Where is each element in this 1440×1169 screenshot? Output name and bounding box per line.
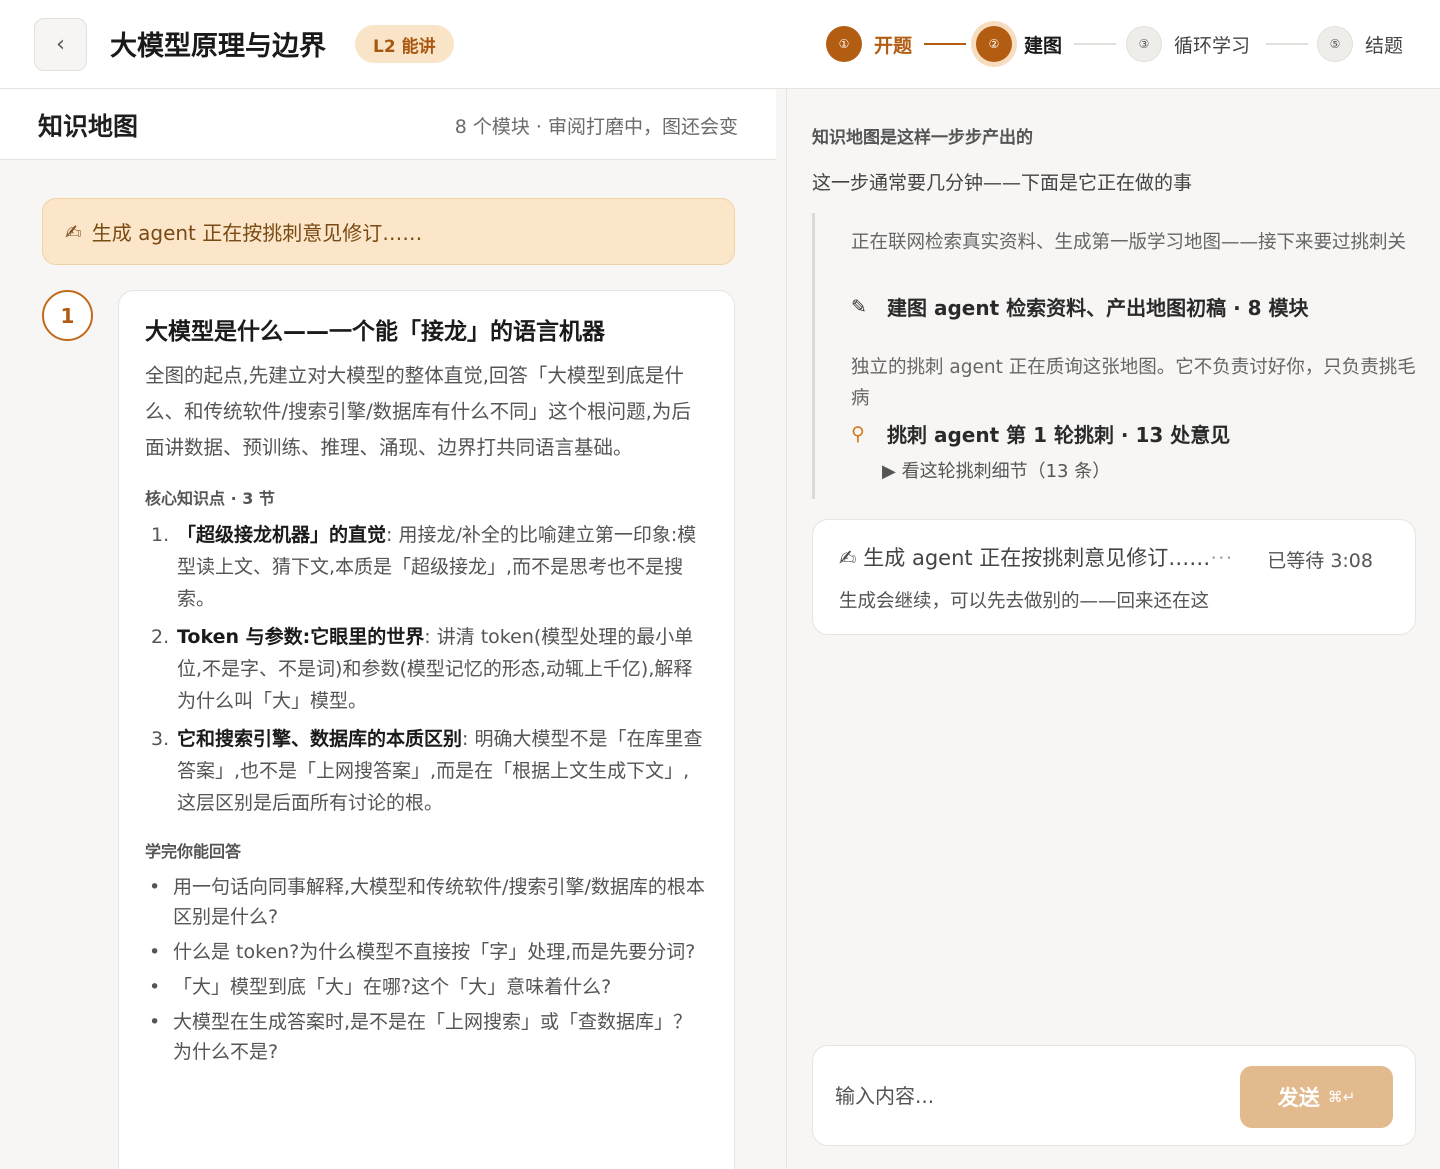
timeline-action-draft: ✎ 建图 agent 检索资料、产出地图初稿 · 8 模块: [851, 292, 1309, 321]
writing-hand-icon: ✍: [839, 546, 857, 570]
step-jieti[interactable]: ⑤ 结题: [1317, 22, 1403, 66]
waiting-note: 生成会继续，可以先去做别的——回来还在这: [839, 591, 1210, 612]
knowledge-map-panel: 知识地图 8 个模块 · 审阅打磨中，图还会变 ✍ 生成 agent 正在按挑刺…: [0, 89, 776, 1169]
step-jiantu[interactable]: ② 建图: [976, 22, 1062, 66]
step-number-icon: ①: [826, 26, 862, 62]
knowledge-point-heading: Token 与参数:它眼里的世界: [177, 626, 425, 648]
back-button[interactable]: ‹: [34, 18, 87, 71]
step-connector: [1074, 43, 1116, 45]
module-number: 1: [42, 290, 93, 341]
panel-meta: 8 个模块 · 审阅打磨中，图还会变: [454, 116, 738, 138]
question-item: 「大」模型到底「大」在哪?这个「大」意味着什么?: [145, 972, 708, 1002]
step-number-icon: ③: [1126, 26, 1162, 62]
step-label: 建图: [1024, 34, 1063, 57]
step-kaiti[interactable]: ① 开题: [826, 22, 912, 66]
timeline-text: 独立的挑刺 agent 正在质询这张地图。它不负责讨好你，只负责挑毛病: [851, 357, 1416, 409]
page-title: 大模型原理与边界: [110, 31, 326, 62]
message-composer: 发送 ⌘↵: [812, 1045, 1416, 1146]
knowledge-point-heading: 「超级接龙机器」的直觉: [177, 524, 387, 546]
top-header: ‹ 大模型原理与边界 L2 能讲 ① 开题 ② 建图 ③ 循环学习 ⑤ 结题: [0, 0, 1440, 89]
step-xunhuan[interactable]: ③ 循环学习: [1126, 22, 1250, 66]
questions-label: 学完你能回答: [145, 842, 242, 861]
send-label: 发送: [1277, 1086, 1320, 1110]
knowledge-points-label: 核心知识点 · 3 节: [145, 489, 275, 508]
writing-hand-icon: ✍: [65, 219, 82, 244]
status-text: 生成 agent 正在按挑刺意见修订……: [91, 221, 423, 245]
timeline-action-label: 建图 agent 检索资料、产出地图初稿 · 8 模块: [887, 296, 1309, 320]
module-title: 大模型是什么——一个能「接龙」的语言机器: [145, 319, 605, 345]
status-banner: ✍ 生成 agent 正在按挑刺意见修订……: [42, 198, 735, 265]
send-button[interactable]: 发送 ⌘↵: [1240, 1066, 1393, 1128]
step-label: 循环学习: [1174, 34, 1251, 57]
module-description: 全图的起点,先建立对大模型的整体直觉,回答「大模型到底是什么、和传统软件/搜索引…: [145, 364, 691, 459]
level-badge: L2 能讲: [355, 25, 454, 63]
knowledge-point: 3. 它和搜索引擎、数据库的本质区别: 明确大模型不是「在库里查答案」,也不是「…: [151, 728, 703, 814]
pencil-icon: ✎: [851, 295, 867, 318]
waiting-status: ✍ 生成 agent 正在按挑刺意见修订……···: [839, 542, 1233, 572]
progress-subheading: 这一步通常要几分钟——下面是它正在做的事: [812, 172, 1193, 194]
knowledge-points-list: 1. 「超级接龙机器」的直觉: 用接龙/补全的比喻建立第一印象:模型读上文、猜下…: [145, 519, 708, 819]
module-card: 大模型是什么——一个能「接龙」的语言机器 全图的起点,先建立对大模型的整体直觉,…: [118, 290, 735, 1169]
knowledge-point: 2. Token 与参数:它眼里的世界: 讲清 token(模型处理的最小单位,…: [151, 626, 694, 712]
search-icon: ⚲: [851, 422, 865, 445]
knowledge-point-heading: 它和搜索引擎、数据库的本质区别: [177, 728, 463, 750]
activity-timeline: 正在联网检索真实资料、生成第一版学习地图——接下来要过挑刺关 ✎ 建图 agen…: [812, 213, 1416, 499]
questions-list: 用一句话向同事解释,大模型和传统软件/搜索引擎/数据库的根本区别是什么? 什么是…: [145, 872, 708, 1067]
chevron-left-icon: ‹: [56, 32, 65, 57]
waiting-text: 生成 agent 正在按挑刺意见修订……: [863, 546, 1211, 570]
step-connector: [924, 43, 966, 45]
loading-dots-icon: ···: [1210, 546, 1234, 570]
progress-heading: 知识地图是这样一步步产出的: [812, 128, 1033, 148]
waiting-card: ✍ 生成 agent 正在按挑刺意见修订……··· 已等待 3:08 生成会继续…: [812, 519, 1416, 635]
question-item: 大模型在生成答案时,是不是在「上网搜索」或「查数据库」？为什么不是?: [145, 1007, 708, 1067]
panel-title: 知识地图: [38, 112, 139, 141]
knowledge-point: 1. 「超级接龙机器」的直觉: 用接龙/补全的比喻建立第一印象:模型读上文、猜下…: [151, 524, 697, 610]
step-connector: [1266, 43, 1308, 45]
shortcut-icon: ⌘↵: [1327, 1088, 1356, 1106]
panel-header: 知识地图 8 个模块 · 审阅打磨中，图还会变: [0, 89, 776, 160]
message-input[interactable]: [835, 1076, 1215, 1116]
elapsed-time: 已等待 3:08: [1267, 550, 1373, 572]
timeline-action-label: 挑刺 agent 第 1 轮挑刺 · 13 处意见: [887, 423, 1231, 447]
question-item: 什么是 token?为什么模型不直接按「字」处理,而是先要分词?: [145, 937, 708, 967]
step-label: 结题: [1365, 34, 1404, 57]
timeline-text: 正在联网检索真实资料、生成第一版学习地图——接下来要过挑刺关: [851, 232, 1407, 253]
timeline-action-review: ⚲ 挑刺 agent 第 1 轮挑刺 · 13 处意见: [851, 419, 1230, 448]
step-number-icon: ⑤: [1317, 26, 1353, 62]
question-item: 用一句话向同事解释,大模型和传统软件/搜索引擎/数据库的根本区别是什么?: [145, 872, 708, 932]
review-details-toggle[interactable]: ▶ 看这轮挑刺细节（13 条）: [882, 457, 1110, 483]
step-number-icon: ②: [976, 26, 1012, 62]
progress-panel: 知识地图是这样一步步产出的 这一步通常要几分钟——下面是它正在做的事 正在联网检…: [786, 89, 1440, 1169]
step-label: 开题: [874, 34, 913, 57]
